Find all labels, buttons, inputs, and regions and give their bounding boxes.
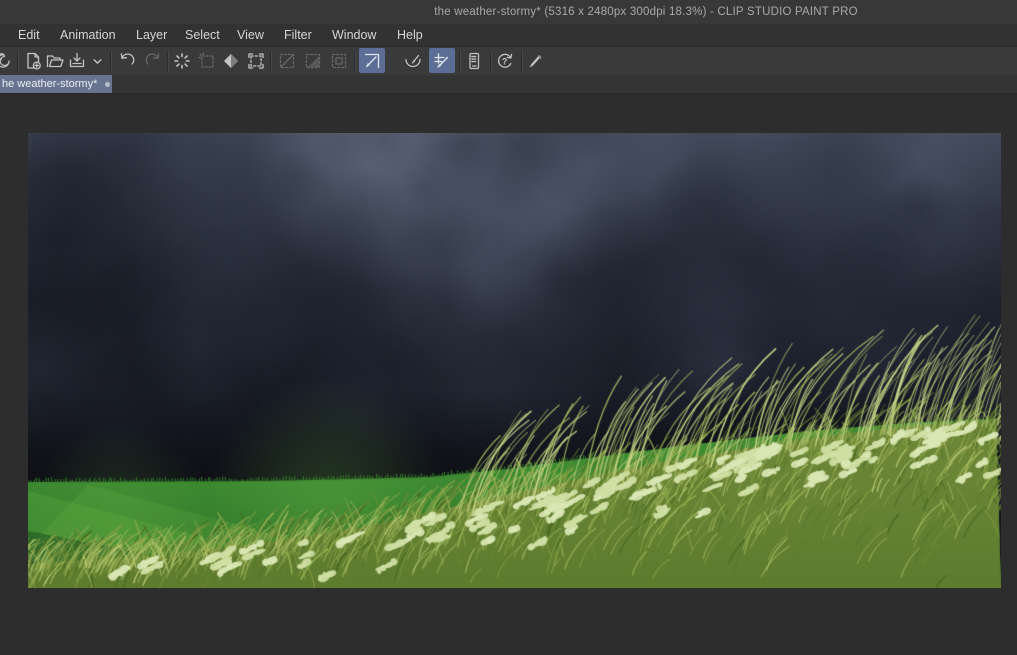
snap-special-ruler-icon <box>405 54 421 68</box>
new-file-icon <box>27 52 41 70</box>
spiral-icon <box>0 53 10 68</box>
chevron-down-icon <box>92 58 102 64</box>
clip-studio-launcher-button[interactable] <box>0 50 14 72</box>
snap-grid-icon <box>434 52 449 68</box>
menu-view[interactable]: View <box>237 24 264 46</box>
toolbar-separator <box>459 51 460 71</box>
document-tab-label: he weather-stormy* <box>2 78 98 90</box>
menu-filter[interactable]: Filter <box>284 24 312 46</box>
toolbar-separator <box>167 51 168 71</box>
companion-mode-button[interactable] <box>463 50 485 72</box>
how-to-use-button[interactable]: ? <box>494 50 516 72</box>
menu-animation[interactable]: Animation <box>60 24 116 46</box>
snap-to-special-ruler-button[interactable] <box>402 50 424 72</box>
reselect-button[interactable] <box>196 50 218 72</box>
reselect-icon <box>198 52 214 68</box>
save-button[interactable] <box>66 50 88 72</box>
svg-text:?: ? <box>502 56 508 66</box>
app-window: the weather-stormy* (5316 x 2480px 300dp… <box>0 0 1017 655</box>
snap-to-ruler-button[interactable] <box>359 48 385 73</box>
menu-help[interactable]: Help <box>397 24 423 46</box>
selection-convert-a-button[interactable] <box>276 50 298 72</box>
tablet-icon <box>469 52 480 70</box>
canvas-workspace <box>0 94 1017 655</box>
selection-inner-square-icon <box>331 53 347 69</box>
save-options-button[interactable] <box>90 50 104 72</box>
brush-icon <box>530 55 542 68</box>
title-bar[interactable]: the weather-stormy* (5316 x 2480px 300dp… <box>0 0 1017 24</box>
new-file-button[interactable] <box>22 50 44 72</box>
selection-border-icon <box>248 53 264 69</box>
invert-selection-icon <box>224 54 238 68</box>
menu-layer[interactable]: Layer <box>136 24 167 46</box>
menu-edit[interactable]: Edit <box>18 24 40 46</box>
document-tab[interactable]: he weather-stormy* <box>0 75 112 93</box>
menu-window[interactable]: Window <box>332 24 376 46</box>
redo-icon <box>145 53 160 65</box>
command-bar: ? <box>0 47 1017 75</box>
menu-select[interactable]: Select <box>185 24 220 46</box>
save-icon <box>69 52 85 68</box>
toolbar-separator <box>110 51 111 71</box>
unsaved-indicator-dot-icon[interactable] <box>105 81 111 87</box>
deselect-burst-icon <box>174 53 190 69</box>
document-tab-strip: he weather-stormy* <box>0 75 1017 94</box>
brush-button[interactable] <box>525 50 547 72</box>
open-folder-icon <box>46 55 64 68</box>
window-title: the weather-stormy* (5316 x 2480px 300dp… <box>434 6 858 18</box>
selection-diagonal-icon <box>279 53 295 69</box>
snap-ruler-icon <box>364 53 380 68</box>
menu-bar: Edit Animation Layer Select View Filter … <box>0 24 1017 47</box>
toolbar-separator <box>354 51 355 71</box>
selection-triangle-icon <box>305 53 321 69</box>
selection-border-button[interactable] <box>245 50 267 72</box>
document-canvas[interactable] <box>28 133 1001 588</box>
help-refresh-icon: ? <box>498 53 513 68</box>
undo-button[interactable] <box>116 50 138 72</box>
invert-selection-button[interactable] <box>220 50 242 72</box>
selection-convert-b-button[interactable] <box>302 50 324 72</box>
undo-icon <box>120 53 135 65</box>
deselect-button[interactable] <box>171 50 193 72</box>
toolbar-separator <box>490 51 491 71</box>
toolbar-separator <box>521 51 522 71</box>
toolbar-separator <box>270 51 271 71</box>
redo-button[interactable] <box>142 50 164 72</box>
open-file-button[interactable] <box>44 50 66 72</box>
selection-convert-c-button[interactable] <box>328 50 350 72</box>
snap-to-grid-button[interactable] <box>429 48 455 73</box>
toolbar-separator <box>17 51 18 71</box>
